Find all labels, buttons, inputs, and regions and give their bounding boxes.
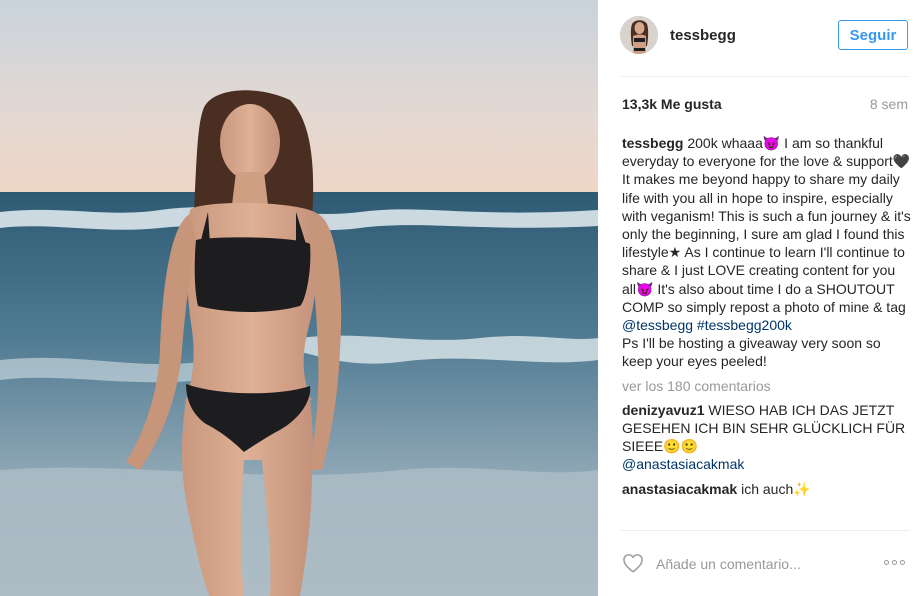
header-divider: [620, 76, 910, 77]
comment-mention[interactable]: @anastasiacakmak: [622, 456, 744, 472]
caption-text-end: Ps I'll be hosting a giveaway very soon …: [622, 335, 881, 370]
avatar[interactable]: [620, 16, 658, 54]
post-side-panel: tessbegg Seguir 13,3k Me gusta 8 sem tes…: [598, 0, 916, 596]
comment-username[interactable]: denizyavuz1: [622, 402, 704, 418]
post-username[interactable]: tessbegg: [670, 27, 736, 44]
dot: [884, 560, 889, 565]
dot: [892, 560, 897, 565]
comment-item: anastasiacakmak ich auch✨: [622, 480, 912, 498]
post-time[interactable]: 8 sem: [870, 96, 908, 112]
heart-outline-icon[interactable]: [622, 553, 644, 573]
footer-divider: [620, 530, 910, 531]
caption-username[interactable]: tessbegg: [622, 135, 683, 151]
follow-button[interactable]: Seguir: [838, 20, 908, 50]
view-more-comments[interactable]: ver los 180 comentarios: [622, 377, 912, 395]
comment-item: denizyavuz1 WIESO HAB ICH DAS JETZT GESE…: [622, 401, 912, 474]
post-photo[interactable]: [0, 0, 598, 596]
caption-tags[interactable]: @tessbegg #tessbegg200k: [622, 317, 792, 333]
caption: tessbegg 200k whaaa😈 I am so thankful ev…: [622, 134, 912, 371]
comment-text: ich auch✨: [741, 480, 811, 497]
comments-list: tessbegg 200k whaaa😈 I am so thankful ev…: [622, 134, 912, 530]
dot: [900, 560, 905, 565]
add-comment-input[interactable]: Añade un comentario...: [656, 556, 801, 572]
likes-count[interactable]: 13,3k Me gusta: [622, 96, 722, 112]
post-header: tessbegg Seguir: [598, 0, 916, 76]
comment-username[interactable]: anastasiacakmak: [622, 481, 737, 497]
more-options-icon[interactable]: [884, 560, 905, 565]
caption-text: 200k whaaa😈 I am so thankful everyday to…: [622, 135, 911, 315]
